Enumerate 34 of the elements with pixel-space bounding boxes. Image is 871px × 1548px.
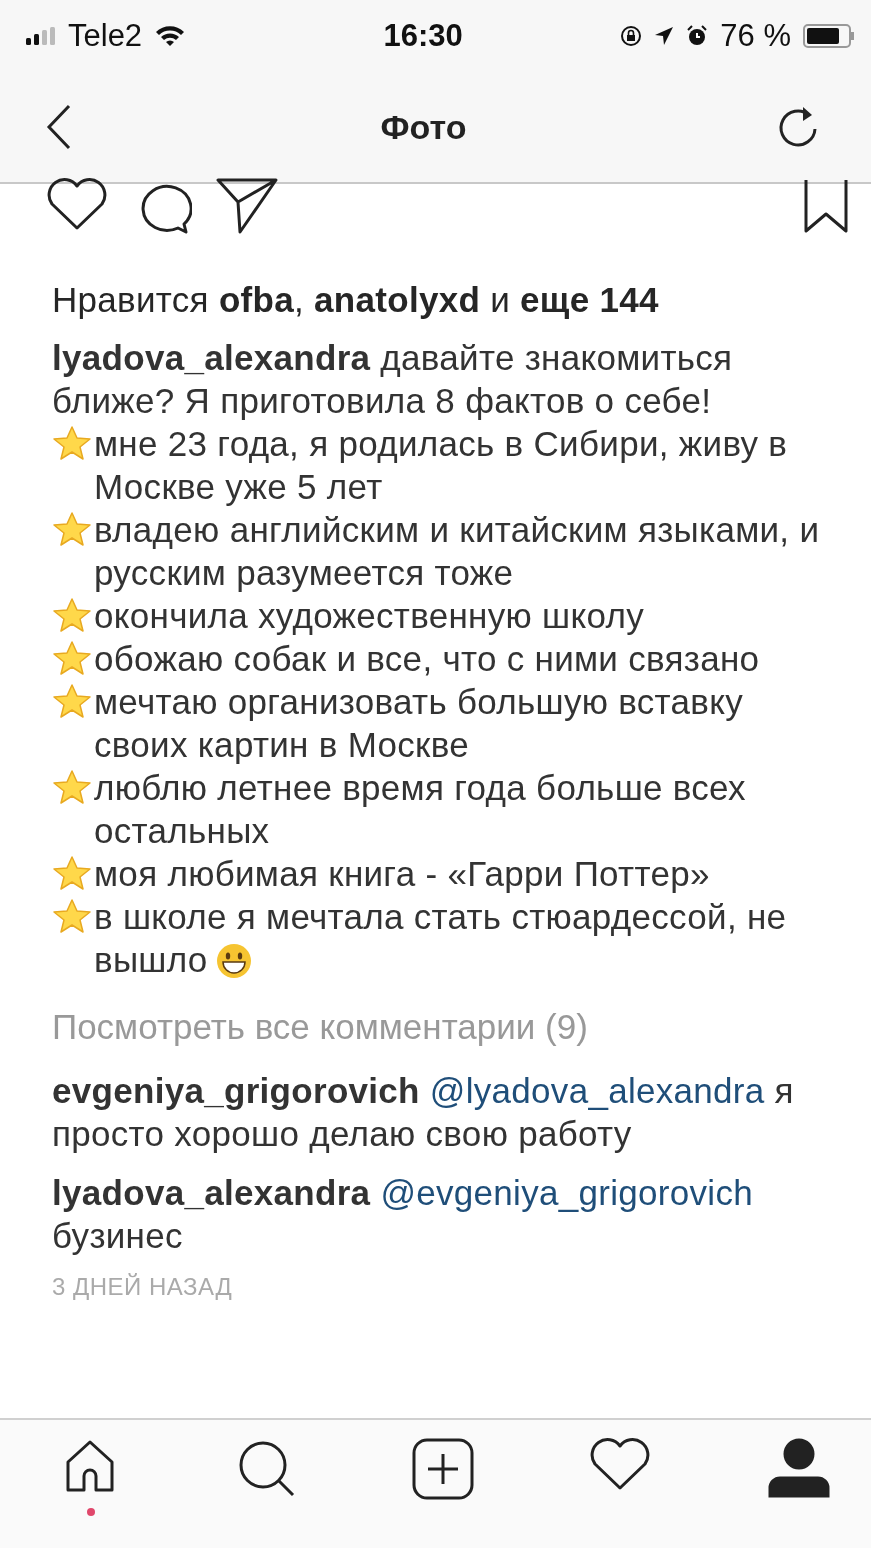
rotation-lock-icon <box>620 25 643 47</box>
fact-text: в школе я мечтала стать стюардессой, не вышло <box>94 897 787 979</box>
send-icon[interactable] <box>216 178 278 234</box>
page-title: Фото <box>380 107 467 147</box>
mention-link[interactable]: @evgeniya_grigorovich <box>380 1173 753 1212</box>
wifi-icon <box>154 24 187 48</box>
star-icon <box>52 683 92 719</box>
post-time: 3 ДНЕЙ НАЗАД <box>52 1273 234 1301</box>
star-icon <box>52 511 92 547</box>
signal-icon <box>26 27 56 45</box>
star-icon <box>52 640 92 676</box>
bookmark-icon[interactable] <box>803 178 849 234</box>
location-arrow-icon <box>654 26 675 46</box>
back-button[interactable] <box>46 104 72 150</box>
star-icon <box>52 425 92 461</box>
notification-dot <box>87 1508 95 1516</box>
caption-text: lyadova_alexandra давайте знакомиться ближе? Я приготовила 8 фактов о себе! <box>52 337 734 422</box>
likes-text: Нравится ofba, anatolyxd и еще 144 <box>52 280 660 320</box>
like-heart-icon[interactable] <box>46 178 108 230</box>
mention-link[interactable]: @lyadova_alexandra <box>429 1071 765 1110</box>
carrier-name: Tele2 <box>68 18 143 54</box>
comment-text: lyadova_alexandra @evgeniya_grigorovich бузинес <box>52 1172 754 1257</box>
star-icon <box>52 769 92 805</box>
star-icon <box>52 855 92 891</box>
fact-text: обожаю собак и все, что с ними связано <box>94 639 760 678</box>
comment-text: evgeniya_grigorovich @lyadova_alexandra я просто хорошо делаю свою работу <box>52 1070 795 1155</box>
fact-text: окончила художественную школу <box>94 596 644 635</box>
fact-text: моя любимая книга - «Гарри Поттер» <box>94 854 710 893</box>
battery-percent: 76 % <box>720 18 791 54</box>
status-time: 16:30 <box>383 18 463 54</box>
star-icon <box>52 597 92 633</box>
battery-icon <box>803 24 855 48</box>
alarm-clock-icon <box>686 25 709 47</box>
star-icon <box>52 898 92 934</box>
